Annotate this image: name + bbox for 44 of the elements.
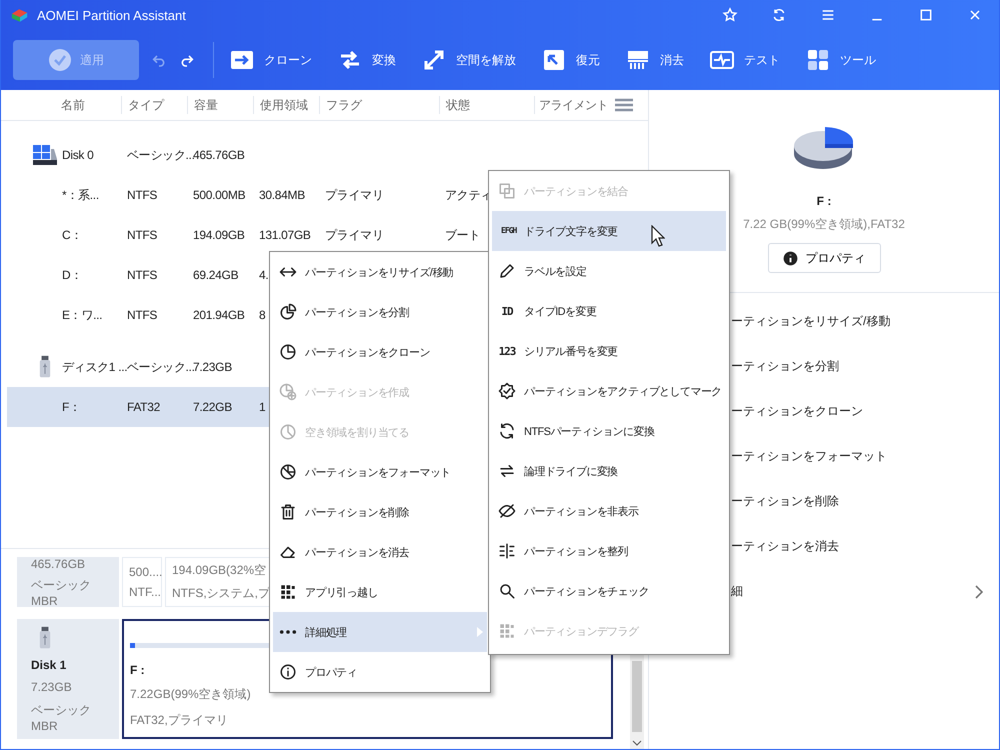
glyph-icon: 123 [498,344,516,358]
table-cell: 8 [259,308,266,322]
table-cell: E：ワ... [62,306,102,324]
partition-name: F : [130,663,145,677]
disk-size: 465.76GB [31,556,86,570]
partition-detail: 7.22GB(99%空き領域) [130,686,251,703]
table-cell: 201.94GB [193,308,245,322]
table-cell: C： [62,226,82,244]
table-cell: 194.09GB [193,228,245,242]
disk-name: Disk 1 [31,658,68,672]
partition-summary: 7.22 GB(99%空き領域),FAT32 [743,216,905,233]
table-cell: 131.07GB [259,228,311,242]
table-cell: 7.22GB [193,400,232,414]
disk-type: ベーシック MBR [31,702,92,732]
partition-name: F : [816,194,832,208]
table-cell: 500.00MB [193,188,246,202]
glyph-icon: ID [498,304,516,318]
table-cell: NTFS [127,228,158,242]
table-cell: ベーシック... [127,358,195,376]
partition-detail: FAT32,プライマリ [130,712,228,729]
partition-detail: 500.... [129,565,162,579]
table-cell: 465.76GB [193,148,245,162]
table-cell: FAT32 [127,400,160,414]
table-cell: 1 [259,400,266,414]
table-cell: 4. [259,268,268,282]
partition-detail: NTF... [129,585,161,599]
table-cell: NTFS [127,308,158,322]
table-cell: NTFS [127,268,158,282]
table-cell: D： [62,266,82,284]
table-cell: ブート [445,226,480,244]
table-cell: 7.23GB [193,360,232,374]
table-cell: 69.24GB [193,268,238,282]
window-title: AOMEI Partition Assistant [37,8,186,22]
table-cell: NTFS [127,188,158,202]
table-cell: Disk 0 [62,148,94,162]
table-cell: ディスク1 ... [62,358,128,376]
disk-type: ベーシック MBR [31,576,92,608]
table-cell: 30.84MB [259,188,305,202]
table-cell: *：系... [62,186,99,204]
table-cell: プライマリ [325,186,384,204]
partition-detail: 194.09GB(32%空 [172,562,266,579]
table-cell: プライマリ [325,226,384,244]
disk-size: 7.23GB [31,680,73,694]
table-cell: F： [62,398,81,416]
